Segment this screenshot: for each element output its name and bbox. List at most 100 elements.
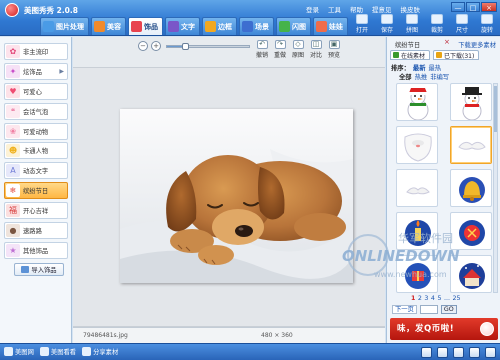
category-item[interactable]: A 动态文字 — [4, 162, 68, 180]
material-subtabs: 在线素材 已下载(31) — [390, 50, 480, 60]
category-item[interactable]: 福 开心吉祥 — [4, 202, 68, 220]
close-button[interactable]: × — [481, 2, 497, 12]
category-item[interactable]: ☻ 卡通人物 — [4, 142, 68, 160]
page-3[interactable]: 3 — [424, 295, 428, 302]
page-2[interactable]: 2 — [418, 295, 422, 302]
picture-icon — [43, 21, 54, 32]
save-button[interactable]: 保存 — [377, 14, 397, 34]
tab-beauty[interactable]: 美容 — [91, 17, 126, 35]
tab-accessories[interactable]: 饰品 — [128, 17, 163, 35]
category-item[interactable]: ★ 其他饰品 — [4, 241, 68, 259]
undo-button[interactable]: ↶ 撤销 — [254, 40, 270, 59]
material-item-bell[interactable] — [450, 169, 492, 207]
edit-toolbar: ↶ 撤销 ↷ 重做 ◇ 原图 ◫ 对比 ▣ 预览 — [254, 40, 342, 59]
collage-button[interactable]: 拼图 — [402, 14, 422, 34]
puppy-photo[interactable] — [120, 109, 353, 283]
category-item[interactable]: ❝ 会话气泡 — [4, 102, 68, 120]
meitu-site-link[interactable]: 美图网 — [4, 347, 34, 356]
animal-icon: ❀ — [6, 124, 20, 138]
rotate-button[interactable]: 旋转 — [477, 14, 497, 34]
meitu-viewer-link[interactable]: 美图看看 — [39, 347, 76, 356]
page-ellipsis: ... — [443, 295, 450, 302]
import-accessory-button[interactable]: 导入饰品 — [14, 263, 64, 276]
material-item-ornament[interactable] — [450, 212, 492, 250]
page-5[interactable]: 5 — [437, 295, 441, 302]
crop-button[interactable]: 裁剪 — [427, 14, 447, 34]
category-item[interactable]: ● 速路路 — [4, 222, 68, 240]
menu-tools[interactable]: 工具 — [328, 4, 341, 14]
original-button[interactable]: ◇ 原图 — [290, 40, 306, 59]
material-item-mustache-small[interactable] — [396, 169, 438, 207]
zoom-slider-handle[interactable] — [182, 42, 190, 50]
tab-label: 闪图 — [292, 22, 306, 31]
next-page-button[interactable]: 下一页 — [392, 305, 417, 314]
promo-banner[interactable]: 味，发Q币啦! — [390, 318, 498, 340]
material-grid — [396, 83, 492, 293]
tab-doll[interactable]: 娃娃 — [313, 17, 348, 35]
material-scrollbar[interactable] — [493, 83, 498, 293]
zoom-bar: − + — [138, 41, 250, 51]
preview-icon: ▣ — [328, 40, 340, 49]
sort-options: 排序： 最新 最热 — [391, 63, 441, 72]
menu-login[interactable]: 登录 — [306, 4, 319, 14]
original-icon: ◇ — [292, 40, 304, 49]
preview-button[interactable]: ▣ 预览 — [326, 40, 342, 59]
window-controls: — □ × — [451, 2, 497, 12]
category-item[interactable]: ❀ 可爱动物 — [4, 122, 68, 140]
zoom-out-button[interactable]: − — [138, 41, 148, 51]
material-item-snowman-hat[interactable] — [450, 83, 492, 121]
tab-label: 文字 — [181, 22, 195, 31]
menu-help[interactable]: 帮助 — [350, 4, 363, 14]
tab-image-processing[interactable]: 图片处理 — [40, 17, 89, 35]
tab-text[interactable]: 文字 — [165, 17, 200, 35]
category-item[interactable]: ✿ 非主流印 — [4, 43, 68, 60]
material-item-gift[interactable] — [396, 255, 438, 293]
sort-newest[interactable]: 最新 — [413, 63, 426, 72]
upload-icon[interactable] — [469, 347, 480, 358]
tab-flash[interactable]: 闪图 — [276, 17, 311, 35]
print-icon[interactable] — [437, 347, 448, 358]
zoom-slider[interactable] — [166, 42, 250, 50]
material-item-snow-house[interactable] — [450, 255, 492, 293]
compare-button[interactable]: ◫ 对比 — [308, 40, 324, 59]
maximize-button[interactable]: □ — [466, 2, 480, 12]
page-4[interactable]: 4 — [431, 295, 435, 302]
sort-hottest[interactable]: 最热 — [428, 63, 441, 72]
material-item-santa-beard[interactable] — [396, 126, 438, 164]
material-item-candle[interactable] — [396, 212, 438, 250]
material-item-mustache[interactable] — [450, 126, 492, 164]
bottom-bar: 美图网 美图看看 分享素材 — [0, 343, 500, 360]
page-last[interactable]: 25 — [452, 295, 460, 302]
close-icon[interactable]: × — [444, 39, 452, 47]
category-item[interactable]: ✦ 炫饰品 ▶ — [4, 62, 68, 80]
download-more-link[interactable]: 下载更多素材 — [458, 40, 496, 49]
material-item-snowman[interactable] — [396, 83, 438, 121]
filter-recommended[interactable]: 热推 — [415, 72, 428, 81]
tab-scene[interactable]: 场景 — [239, 17, 274, 35]
page-1[interactable]: 1 — [411, 295, 415, 302]
tab-downloaded[interactable]: 已下载(31) — [433, 50, 480, 60]
menu-skin[interactable]: 换皮肤 — [401, 4, 421, 14]
minimize-button[interactable]: — — [451, 2, 465, 12]
tab-online-material[interactable]: 在线素材 — [390, 50, 431, 60]
category-item[interactable]: ♥ 可爱心 — [4, 82, 68, 100]
settings-icon[interactable] — [485, 347, 496, 358]
zoom-in-button[interactable]: + — [151, 41, 161, 51]
go-button[interactable]: GO — [440, 305, 457, 314]
qq-share-icon[interactable] — [453, 347, 464, 358]
page-number-input[interactable] — [419, 305, 438, 314]
email-icon[interactable] — [421, 347, 432, 358]
open-button[interactable]: 打开 — [352, 14, 372, 34]
filter-all[interactable]: 全部 — [399, 72, 412, 81]
category-item-festival[interactable]: ❄ 缤纷节日 — [4, 182, 68, 200]
image-canvas[interactable] — [73, 67, 385, 327]
filter-other[interactable]: 非编写 — [430, 72, 449, 81]
menu-feedback[interactable]: 提意见 — [372, 4, 392, 14]
redo-button[interactable]: ↷ 重做 — [272, 40, 288, 59]
resize-button[interactable]: 尺寸 — [452, 14, 472, 34]
share-material-link[interactable]: 分享素材 — [82, 347, 118, 356]
tab-border[interactable]: 边框 — [202, 17, 237, 35]
cartoon-icon: ☻ — [6, 144, 20, 158]
downloaded-icon — [436, 52, 443, 58]
scrollbar-thumb[interactable] — [494, 86, 497, 132]
